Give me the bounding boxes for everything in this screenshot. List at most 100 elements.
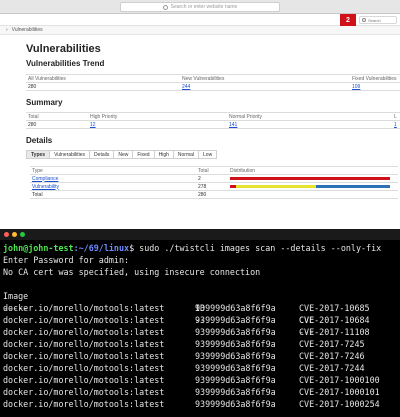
result-id: 939999d63a8f6f9a bbox=[195, 351, 276, 361]
minimize-button[interactable] bbox=[12, 232, 17, 237]
trend-link-fixed[interactable]: 109 bbox=[352, 84, 360, 90]
types-table: Type Total Distribution Compliance 2 Vul… bbox=[30, 166, 398, 199]
types-header-total: Total bbox=[196, 166, 228, 175]
result-cve: CVE-2017-11108 bbox=[299, 327, 370, 337]
address-bar[interactable]: Search or enter website name bbox=[120, 2, 280, 12]
trend-header-fixed: Fixed Vulnerabilities bbox=[350, 74, 400, 83]
tab-vulnerabilities[interactable]: Vulnerabilities bbox=[50, 150, 91, 159]
trend-table: All Vulnerabilities New Vulnerabilities … bbox=[26, 74, 400, 91]
terminal-window[interactable]: john@john-test:~/69/linux$ sudo ./twistc… bbox=[0, 229, 400, 417]
tab-normal[interactable]: Normal bbox=[173, 150, 200, 159]
app-search-input[interactable] bbox=[368, 17, 396, 23]
vulnerability-report: Vulnerabilities Vulnerabilities Trend Al… bbox=[0, 35, 400, 229]
prompt-user: john@john-test bbox=[3, 243, 74, 253]
result-image: docker.io/morello/motools:latest bbox=[3, 351, 165, 361]
type-link-vulnerability[interactable]: Vulnerability bbox=[32, 184, 59, 190]
types-header-type: Type bbox=[30, 166, 196, 175]
address-bar-placeholder: Search or enter website name bbox=[170, 4, 238, 10]
tab-types[interactable]: Types bbox=[26, 150, 51, 159]
table-row: Vulnerability 278 bbox=[30, 182, 398, 191]
terminal-result-row: docker.io/morello/motools:latest 939999d6… bbox=[0, 374, 400, 386]
summary-link-high[interactable]: 12 bbox=[90, 122, 96, 128]
result-id: 939999d63a8f6f9a bbox=[195, 363, 276, 373]
distribution-segment-high bbox=[230, 176, 390, 180]
app-header: 2 bbox=[0, 14, 400, 26]
result-cve: CVE-2017-1000254 bbox=[299, 399, 380, 409]
distribution-segment-normal bbox=[236, 184, 316, 188]
terminal-prompt-line: john@john-test:~/69/linux$ sudo ./twistc… bbox=[3, 242, 381, 254]
result-id: 939999d63a8f6f9a bbox=[195, 303, 276, 313]
details-tabs: Types Vulnerabilities Details New Fixed … bbox=[26, 150, 218, 159]
result-cve: CVE-2017-10685 bbox=[299, 303, 370, 313]
search-icon bbox=[362, 18, 366, 22]
types-total-value: 280 bbox=[196, 190, 228, 199]
result-id: 939999d63a8f6f9a bbox=[195, 399, 276, 409]
summary-link-normal[interactable]: 141 bbox=[229, 122, 237, 128]
result-image: docker.io/morello/motools:latest bbox=[3, 339, 165, 349]
types-total-label: Total bbox=[30, 190, 196, 199]
result-image: docker.io/morello/motools:latest bbox=[3, 387, 165, 397]
result-image: docker.io/morello/motools:latest bbox=[3, 315, 165, 325]
summary-header-normal: Normal Priority bbox=[227, 112, 392, 121]
trend-header-all: All Vulnerabilities bbox=[26, 74, 180, 83]
type-total: 2 bbox=[196, 174, 228, 183]
close-button[interactable] bbox=[4, 232, 9, 237]
result-image: docker.io/morello/motools:latest bbox=[3, 399, 165, 409]
details-heading: Details bbox=[26, 136, 53, 145]
result-cve: CVE-2017-1000101 bbox=[299, 387, 380, 397]
app-search-box[interactable] bbox=[359, 16, 397, 24]
distribution-segment-low bbox=[316, 184, 390, 188]
command-text: $ sudo ./twistcli images scan --details … bbox=[129, 243, 382, 253]
result-image: docker.io/morello/motools:latest bbox=[3, 303, 165, 313]
result-cve: CVE-2017-7246 bbox=[299, 351, 365, 361]
search-icon bbox=[162, 4, 168, 10]
summary-table: Total High Priority Normal Priority L 28… bbox=[26, 112, 400, 129]
result-image: docker.io/morello/motools:latest bbox=[3, 327, 165, 337]
result-id: 939999d63a8f6f9a bbox=[195, 315, 276, 325]
terminal-password-line: Enter Password for admin: bbox=[3, 255, 130, 265]
terminal-dash-row: ----- -- --- bbox=[3, 303, 315, 337]
tab-high[interactable]: High bbox=[154, 150, 174, 159]
distribution-bar bbox=[228, 174, 398, 183]
result-id: 939999d63a8f6f9a bbox=[195, 387, 276, 397]
prompt-path: :~/69/linux bbox=[73, 243, 130, 253]
types-header-distribution: Distribution bbox=[228, 166, 398, 175]
summary-link-low[interactable]: 1 bbox=[394, 122, 397, 128]
tab-details[interactable]: Details bbox=[90, 150, 115, 159]
result-cve: CVE-2017-7245 bbox=[299, 339, 365, 349]
terminal-result-row: docker.io/morello/motools:latest 939999d6… bbox=[0, 386, 400, 398]
terminal-ca-line: No CA cert was specified, using insecure… bbox=[3, 267, 261, 277]
result-image: docker.io/morello/motools:latest bbox=[3, 375, 165, 385]
terminal-header-row: Image ID CVE bbox=[0, 278, 400, 325]
result-cve: CVE-2017-1000100 bbox=[299, 375, 380, 385]
terminal-result-row: docker.io/morello/motools:latest 939999d6… bbox=[0, 314, 400, 326]
browser-toolbar: Search or enter website name bbox=[0, 0, 400, 14]
distribution-bar-fill bbox=[230, 184, 390, 188]
tab-low[interactable]: Low bbox=[199, 150, 218, 159]
chevron-right-icon: › bbox=[6, 27, 8, 33]
distribution-bar bbox=[228, 182, 398, 191]
result-id: 939999d63a8f6f9a bbox=[195, 375, 276, 385]
breadcrumb: › Vulnerabilities bbox=[0, 26, 400, 35]
terminal-result-row: docker.io/morello/motools:latest 939999d6… bbox=[0, 338, 400, 350]
trend-value-all: 280 bbox=[26, 82, 180, 91]
type-link-compliance[interactable]: Compliance bbox=[32, 176, 58, 182]
result-id: 939999d63a8f6f9a bbox=[195, 339, 276, 349]
result-image: docker.io/morello/motools:latest bbox=[3, 363, 165, 373]
tab-new[interactable]: New bbox=[114, 150, 134, 159]
terminal-result-row: docker.io/morello/motools:latest 939999d6… bbox=[0, 326, 400, 338]
terminal-result-row: docker.io/morello/motools:latest 939999d6… bbox=[0, 398, 400, 410]
page-title: Vulnerabilities bbox=[26, 43, 101, 55]
summary-heading: Summary bbox=[26, 98, 63, 107]
breadcrumb-item-vulnerabilities[interactable]: Vulnerabilities bbox=[12, 27, 43, 33]
tab-fixed[interactable]: Fixed bbox=[133, 150, 155, 159]
result-cve: CVE-2017-7244 bbox=[299, 363, 365, 373]
type-total: 278 bbox=[196, 182, 228, 191]
trend-link-new[interactable]: 244 bbox=[182, 84, 190, 90]
alerts-badge[interactable]: 2 bbox=[340, 14, 356, 26]
trend-header-new: New Vulnerabilities bbox=[180, 74, 350, 83]
zoom-button[interactable] bbox=[20, 232, 25, 237]
result-cve: CVE-2017-10684 bbox=[299, 315, 370, 325]
result-id: 939999d63a8f6f9a bbox=[195, 327, 276, 337]
trend-heading: Vulnerabilities Trend bbox=[26, 59, 105, 68]
